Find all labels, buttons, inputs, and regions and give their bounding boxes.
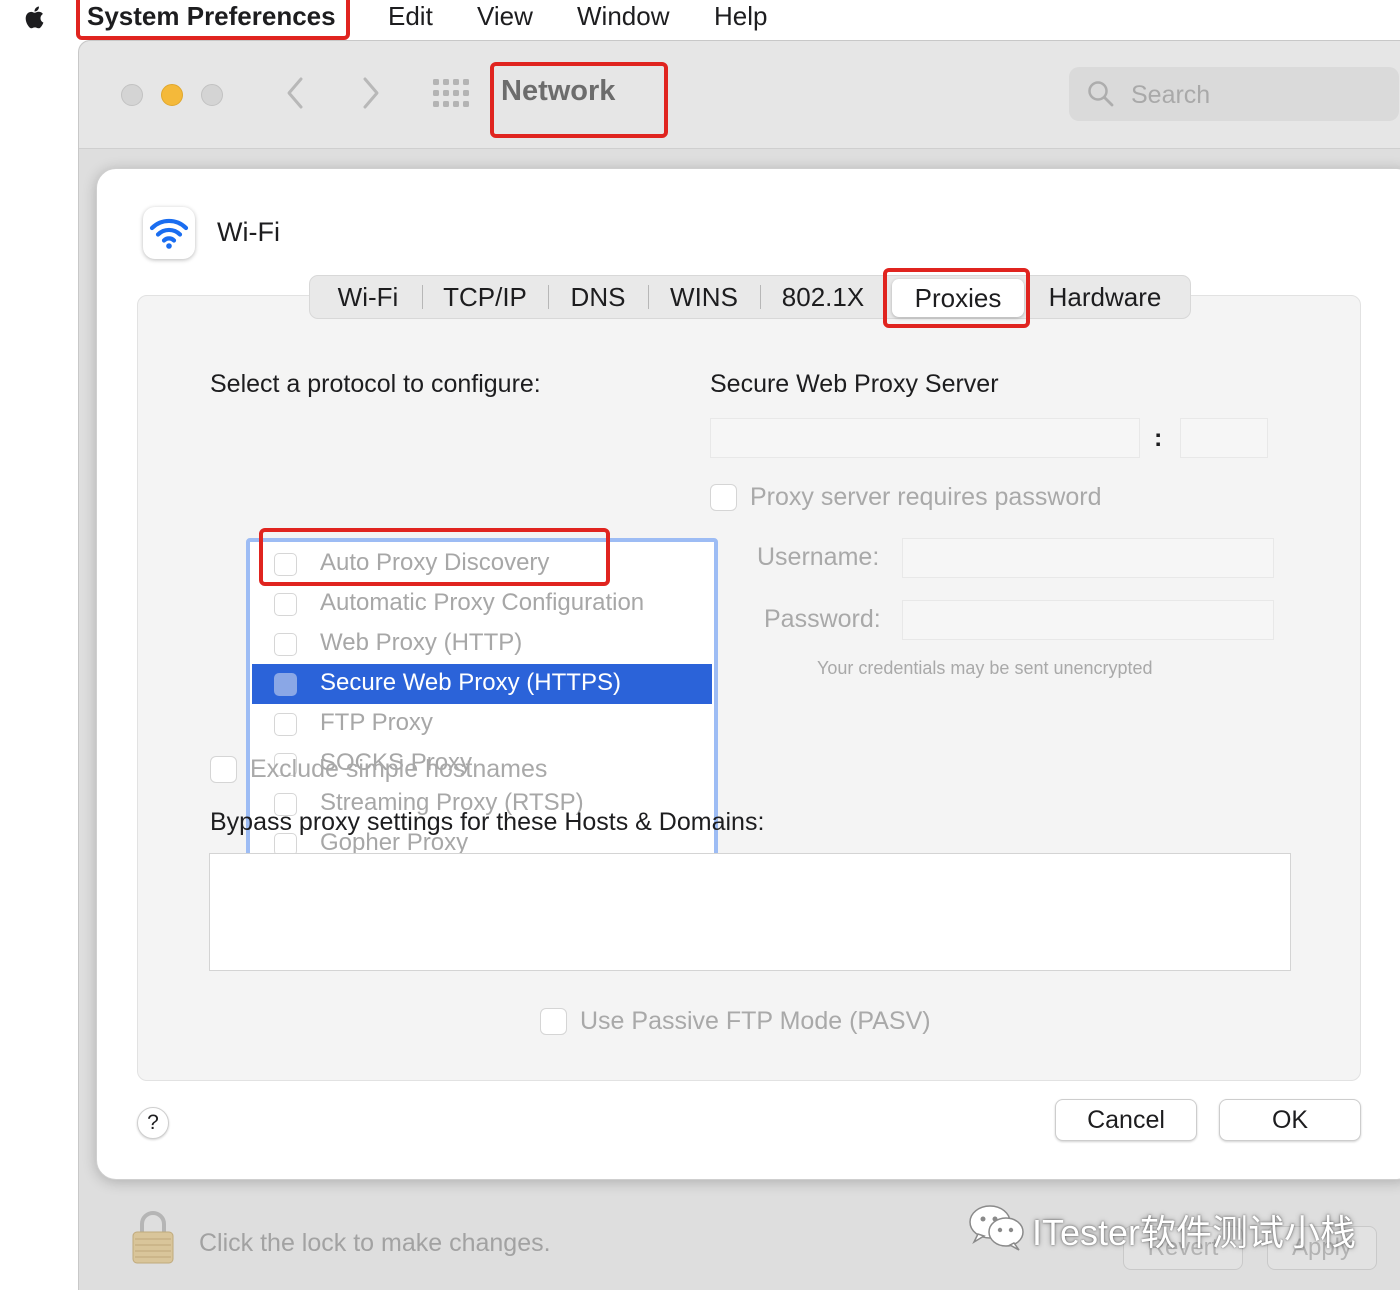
password-field[interactable] <box>902 600 1274 640</box>
credentials-note: Your credentials may be sent unencrypted <box>817 658 1153 678</box>
menu-view[interactable]: View <box>477 0 533 34</box>
window-toolbar: Network Search <box>79 41 1400 149</box>
username-field[interactable] <box>902 538 1274 578</box>
exclude-hostnames-label: Exclude simple hostnames <box>250 755 548 783</box>
tab-bar: Wi-Fi TCP/IP DNS WINS 802.1X Proxies Har… <box>309 275 1191 319</box>
menu-help[interactable]: Help <box>714 0 767 34</box>
exclude-hostnames-checkbox[interactable] <box>210 756 237 783</box>
protocol-row-http[interactable]: Web Proxy (HTTP) <box>252 624 712 664</box>
protocol-label: FTP Proxy <box>320 709 433 736</box>
proxy-server-field[interactable] <box>710 418 1140 458</box>
protocol-heading: Select a protocol to configure: <box>210 370 541 398</box>
protocol-label: Web Proxy (HTTP) <box>320 629 523 656</box>
tab-divider <box>648 285 649 309</box>
close-window-button[interactable] <box>121 84 143 106</box>
watermark-text: ITester软件测试小栈 <box>1032 1212 1357 1253</box>
tab-wins[interactable]: WINS <box>654 276 754 318</box>
tab-divider <box>548 285 549 309</box>
lock-icon[interactable] <box>129 1209 177 1265</box>
protocol-row-ftp[interactable]: FTP Proxy <box>252 704 712 744</box>
menu-edit[interactable]: Edit <box>388 0 433 34</box>
menu-window[interactable]: Window <box>577 0 669 34</box>
annotation-box-proxies-tab <box>883 268 1030 328</box>
tab-8021x[interactable]: 802.1X <box>766 276 880 318</box>
tab-divider <box>422 285 423 309</box>
protocol-row-https[interactable]: Secure Web Proxy (HTTPS) <box>252 664 712 704</box>
requires-password-label: Proxy server requires password <box>750 483 1102 511</box>
annotation-box-https-row <box>259 528 610 586</box>
interface-name: Wi-Fi <box>217 217 280 247</box>
tab-divider <box>760 285 761 309</box>
lock-message: Click the lock to make changes. <box>199 1229 551 1257</box>
advanced-settings-sheet: Wi-Fi Select a protocol to configure: Au… <box>96 168 1400 1180</box>
protocol-checkbox[interactable] <box>274 633 297 656</box>
annotation-box-network-title <box>490 62 668 138</box>
passive-ftp-checkbox[interactable] <box>540 1008 567 1035</box>
protocol-checkbox[interactable] <box>274 673 297 696</box>
protocol-row-auto-config[interactable]: Automatic Proxy Configuration <box>252 584 712 624</box>
zoom-window-button[interactable] <box>201 84 223 106</box>
tab-dns[interactable]: DNS <box>554 276 642 318</box>
protocol-label: Secure Web Proxy (HTTPS) <box>320 669 621 696</box>
apple-logo-icon[interactable] <box>20 2 50 32</box>
forward-arrow-icon[interactable] <box>355 69 385 117</box>
passive-ftp-label: Use Passive FTP Mode (PASV) <box>580 1007 931 1035</box>
username-label: Username: <box>757 543 880 571</box>
bypass-heading: Bypass proxy settings for these Hosts & … <box>210 808 765 836</box>
tab-wifi[interactable]: Wi-Fi <box>318 276 418 318</box>
wifi-interface-badge <box>143 207 195 259</box>
protocol-checkbox[interactable] <box>274 713 297 736</box>
password-label: Password: <box>764 605 881 633</box>
server-heading: Secure Web Proxy Server <box>710 370 999 398</box>
wifi-icon <box>149 218 189 249</box>
bypass-hosts-textarea[interactable] <box>209 853 1291 971</box>
back-arrow-icon[interactable] <box>281 69 311 117</box>
search-icon <box>1088 81 1114 107</box>
annotation-box-app-menu <box>76 0 350 40</box>
minimize-window-button[interactable] <box>161 84 183 106</box>
tab-hardware[interactable]: Hardware <box>1034 276 1176 318</box>
protocol-label: Automatic Proxy Configuration <box>320 589 645 616</box>
show-all-grid-icon[interactable] <box>433 79 471 109</box>
search-placeholder: Search <box>1131 81 1211 109</box>
protocol-checkbox[interactable] <box>274 593 297 616</box>
proxy-port-field[interactable] <box>1180 418 1268 458</box>
help-button[interactable]: ? <box>137 1107 169 1139</box>
cancel-button[interactable]: Cancel <box>1055 1099 1197 1141</box>
port-separator: : <box>1154 424 1163 452</box>
search-field[interactable]: Search <box>1069 67 1399 121</box>
ok-button[interactable]: OK <box>1219 1099 1361 1141</box>
requires-password-checkbox[interactable] <box>710 484 737 511</box>
chat-bubbles-icon <box>969 1205 1024 1251</box>
tab-tcpip[interactable]: TCP/IP <box>428 276 542 318</box>
